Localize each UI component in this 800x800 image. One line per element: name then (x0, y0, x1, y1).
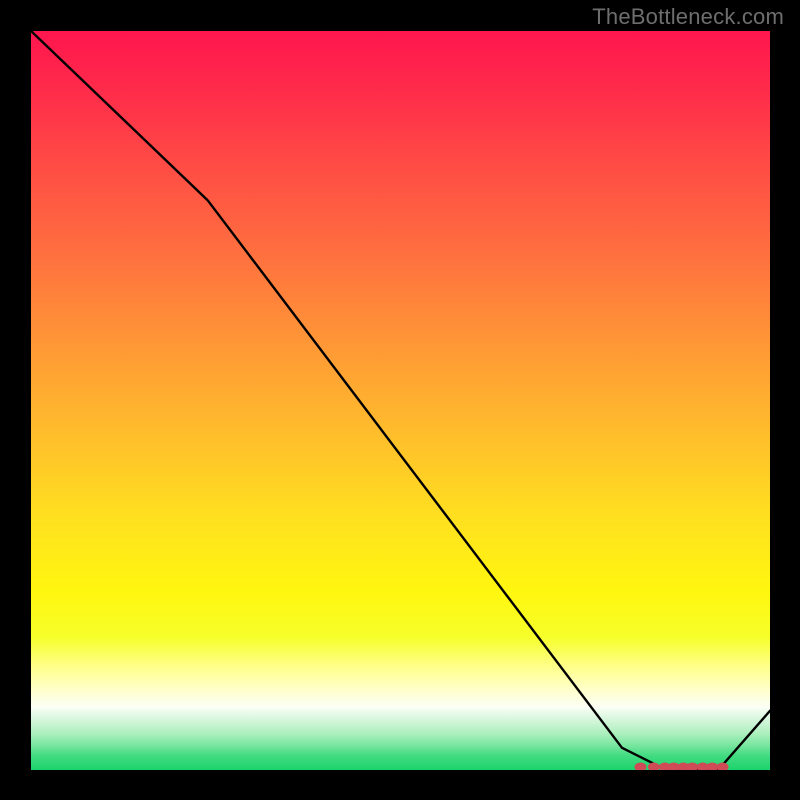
optimal-dot (687, 763, 698, 770)
chart-frame: TheBottleneck.com (0, 0, 800, 800)
curve-layer (30, 30, 770, 770)
optimal-dot (648, 763, 659, 770)
plot-area (30, 30, 770, 770)
optimal-dot (707, 763, 718, 770)
plot-inner (30, 30, 770, 770)
attribution-label: TheBottleneck.com (592, 4, 784, 30)
optimal-dot (635, 763, 646, 770)
optimal-dot (717, 763, 728, 770)
optimal-dots (635, 763, 728, 770)
bottleneck-curve (30, 30, 770, 770)
